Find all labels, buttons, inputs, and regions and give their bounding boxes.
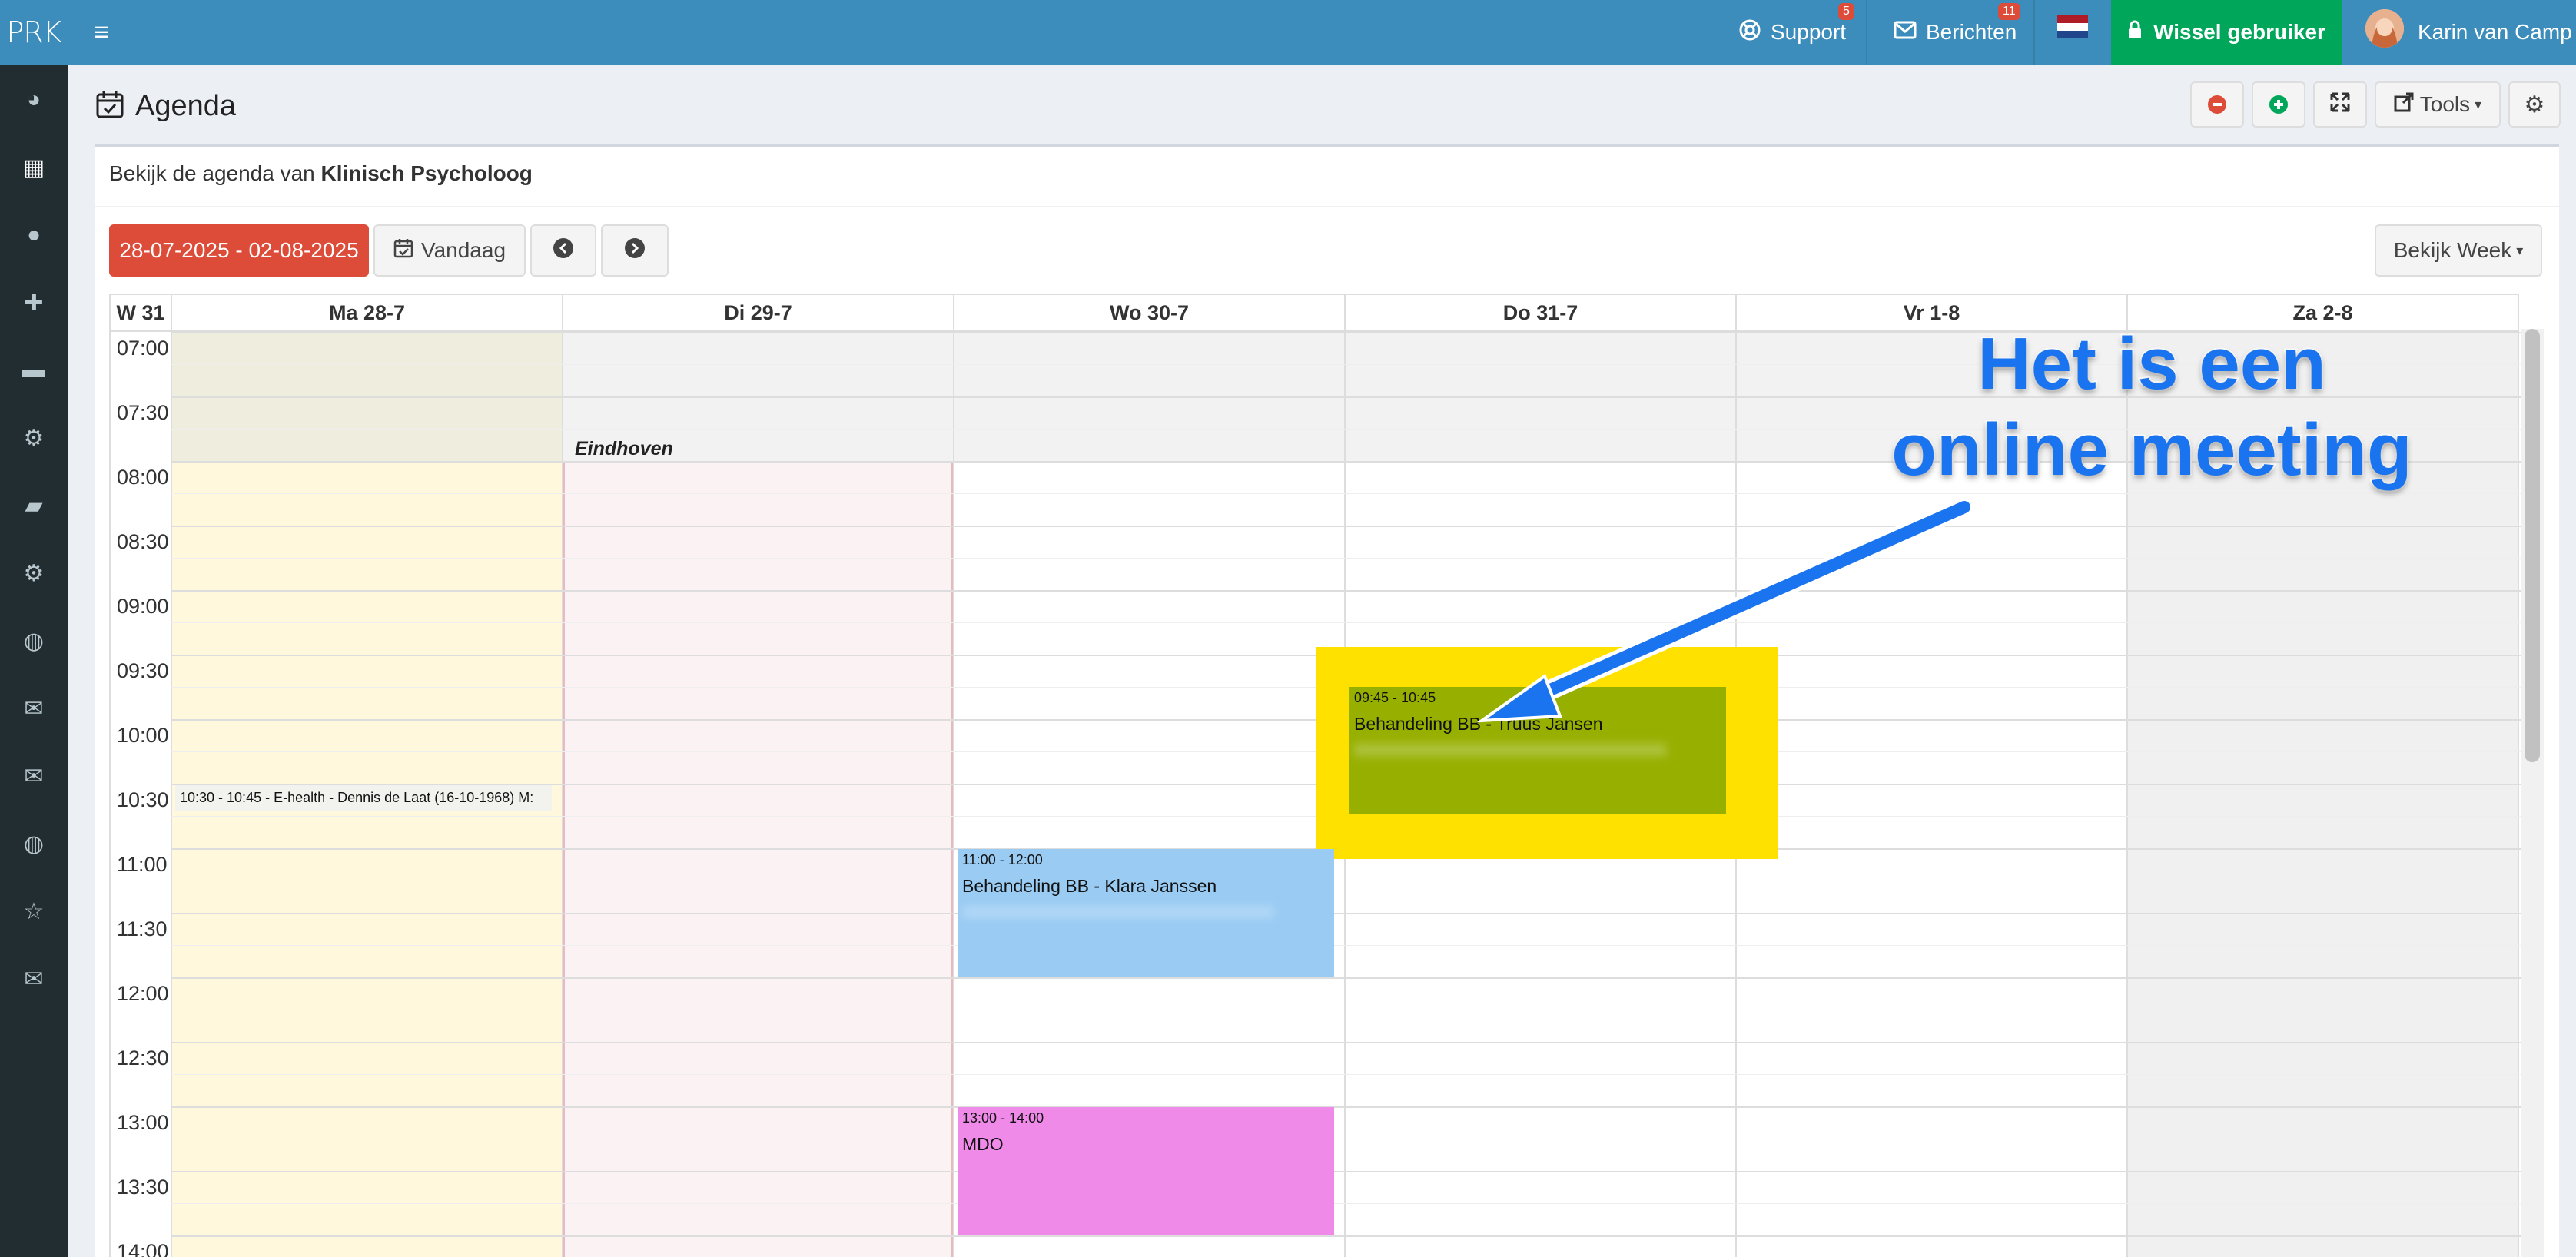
annotation-arrow [1476,497,1974,723]
callout-line-1: Het is een [1976,321,2328,406]
annotation-callout: Het is een online meeting [1875,321,2428,493]
callout-line-2: online meeting [1890,407,2413,493]
